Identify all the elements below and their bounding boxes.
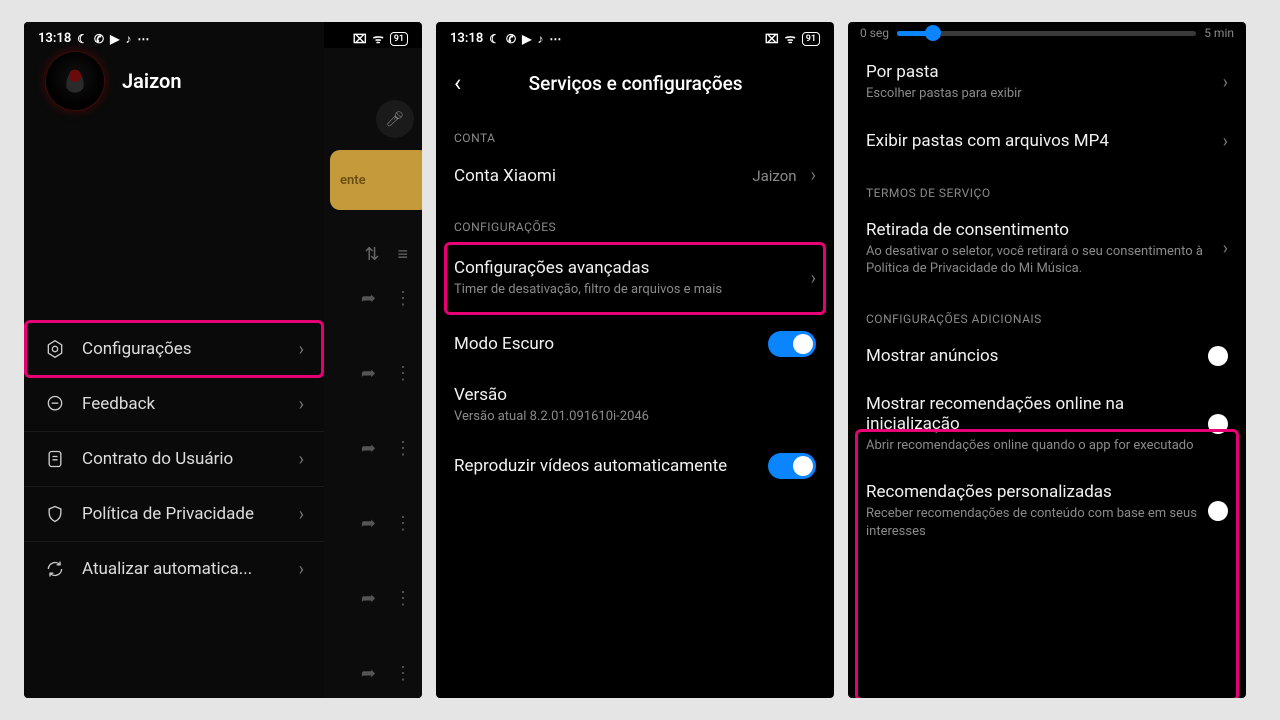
screenshot-2: 13:18 ☾ ✆ ▶ ♪ ⋯ ⌧ ᯤ 91 ‹ Serviços e conf… [436, 22, 834, 698]
whatsapp-icon: ✆ [506, 32, 516, 46]
menu-feedback[interactable]: Feedback › [24, 377, 324, 432]
timer-slider[interactable]: 0 seg 5 min [848, 22, 1246, 48]
youtube-icon: ▶ [110, 32, 119, 46]
document-icon [44, 448, 66, 470]
menu-settings[interactable]: Configurações › [24, 322, 324, 377]
share-icon[interactable]: ➦ [361, 513, 376, 534]
cast-icon: ⌧ [353, 32, 367, 46]
menu-auto-update[interactable]: Atualizar automatica... › [24, 542, 324, 596]
chevron-right-icon: › [299, 449, 304, 470]
wifi-icon: ᯤ [785, 30, 796, 47]
menu-label: Política de Privacidade [82, 504, 254, 524]
slider-min-label: 0 seg [860, 26, 889, 40]
wifi-icon: ᯤ [373, 30, 384, 47]
menu-label: Configurações [82, 339, 192, 359]
chevron-right-icon: › [1223, 238, 1228, 259]
youtube-icon: ▶ [522, 32, 531, 46]
chevron-right-icon: › [811, 268, 816, 289]
section-account-label: CONTA [436, 111, 834, 151]
screenshot-1: 13:18 ☾ ✆ ▶ ♪ ⋯ ⌧ ᯤ 91 🎤︎ ente ⇅ ≡ ➦ ⋮ ➦ ⋮… [24, 22, 422, 698]
toggle-autoplay[interactable] [768, 453, 816, 479]
more-icon: ⋯ [549, 32, 561, 46]
chevron-right-icon: › [811, 165, 816, 186]
row-dark-mode[interactable]: Modo Escuro [436, 317, 834, 371]
background-content: 🎤︎ ente ⇅ ≡ ➦ ⋮ ➦ ⋮ ➦ ⋮ ➦ ⋮ ➦ ⋮ ➦ ⋮ [324, 48, 422, 698]
refresh-icon [44, 558, 66, 580]
status-bar: 13:18 ☾ ✆ ▶ ♪ ⋯ ⌧ ᯤ 91 [24, 22, 422, 51]
kebab-icon[interactable]: ⋮ [394, 663, 412, 684]
back-button[interactable]: ‹ [446, 65, 469, 101]
row-consent-withdrawal[interactable]: Retirada de consentimento Ao desativar o… [848, 206, 1246, 292]
chevron-right-icon: › [1223, 72, 1228, 93]
chevron-right-icon: › [299, 504, 304, 525]
share-icon[interactable]: ➦ [361, 438, 376, 459]
page-header: ‹ Serviços e configurações [436, 51, 834, 111]
chevron-right-icon: › [1223, 131, 1228, 152]
moon-icon: ☾ [77, 32, 88, 46]
list-icon[interactable]: ≡ [397, 244, 408, 265]
share-icon[interactable]: ➦ [361, 663, 376, 684]
drawer-menu: Configurações › Feedback › Contrato do U… [24, 322, 324, 596]
cast-icon: ⌧ [765, 32, 779, 46]
slider-max-label: 5 min [1204, 26, 1234, 40]
gear-icon [44, 338, 66, 360]
profile-name: Jaizon [122, 69, 182, 93]
tiktok-icon: ♪ [125, 32, 131, 46]
share-icon[interactable]: ➦ [361, 363, 376, 384]
row-autoplay-videos[interactable]: Reproduzir vídeos automaticamente [436, 439, 834, 493]
kebab-icon[interactable]: ⋮ [394, 588, 412, 609]
mic-button[interactable]: 🎤︎ [376, 100, 414, 138]
kebab-icon[interactable]: ⋮ [394, 513, 412, 534]
row-show-ads[interactable]: Mostrar anúncios [848, 332, 1246, 380]
row-mp4-folders[interactable]: Exibir pastas com arquivos MP4 › [848, 117, 1246, 166]
kebab-icon[interactable]: ⋮ [394, 363, 412, 384]
screenshot-3: 0 seg 5 min Por pasta Escolher pastas pa… [848, 22, 1246, 698]
menu-label: Atualizar automatica... [82, 559, 252, 579]
toggle-show-ads[interactable] [1208, 346, 1228, 366]
section-settings-label: CONFIGURAÇÕES [436, 200, 834, 240]
status-bar: 13:18 ☾ ✆ ▶ ♪ ⋯ ⌧ ᯤ 91 [436, 22, 834, 51]
avatar [46, 52, 104, 110]
menu-label: Contrato do Usuário [82, 449, 233, 469]
page-title: Serviços e configurações [483, 72, 818, 95]
slider-thumb[interactable] [925, 25, 941, 41]
whatsapp-icon: ✆ [94, 32, 104, 46]
status-time: 13:18 [450, 31, 483, 46]
shield-icon [44, 503, 66, 525]
more-icon: ⋯ [137, 32, 149, 46]
chevron-right-icon: › [299, 559, 304, 580]
row-version: Versão Versão atual 8.2.01.091610i-2046 [436, 371, 834, 440]
toggle-personalized-recs[interactable] [1208, 501, 1228, 521]
tiktok-icon: ♪ [537, 32, 543, 46]
slider-track[interactable] [897, 31, 1196, 36]
kebab-icon[interactable]: ⋮ [394, 288, 412, 309]
battery-icon: 91 [802, 32, 820, 46]
recent-card[interactable]: ente [330, 150, 422, 210]
menu-privacy-policy[interactable]: Política de Privacidade › [24, 487, 324, 542]
row-by-folder[interactable]: Por pasta Escolher pastas para exibir › [848, 48, 1246, 117]
row-online-recs-startup[interactable]: Mostrar recomendações online na iniciali… [848, 380, 1246, 469]
account-value: Jaizon [752, 167, 796, 185]
toggle-online-recs[interactable] [1208, 414, 1228, 434]
section-additional-label: CONFIGURAÇÕES ADICIONAIS [848, 292, 1246, 332]
row-xiaomi-account[interactable]: Conta Xiaomi Jaizon › [436, 151, 834, 200]
battery-icon: 91 [390, 32, 408, 46]
share-icon[interactable]: ➦ [361, 288, 376, 309]
sort-icon[interactable]: ⇅ [364, 244, 379, 265]
row-personalized-recs[interactable]: Recomendações personalizadas Receber rec… [848, 468, 1246, 554]
side-drawer: Jaizon Configurações › Feedback › [24, 22, 324, 698]
chevron-right-icon: › [299, 339, 304, 360]
chevron-right-icon: › [299, 394, 304, 415]
status-time: 13:18 [38, 31, 71, 46]
kebab-icon[interactable]: ⋮ [394, 438, 412, 459]
chat-icon [44, 393, 66, 415]
menu-user-agreement[interactable]: Contrato do Usuário › [24, 432, 324, 487]
row-advanced-settings[interactable]: Configurações avançadas Timer de desativ… [436, 240, 834, 317]
section-terms-label: TERMOS DE SERVIÇO [848, 166, 1246, 206]
menu-label: Feedback [82, 394, 155, 414]
toggle-dark-mode[interactable] [768, 331, 816, 357]
moon-icon: ☾ [489, 32, 500, 46]
share-icon[interactable]: ➦ [361, 588, 376, 609]
